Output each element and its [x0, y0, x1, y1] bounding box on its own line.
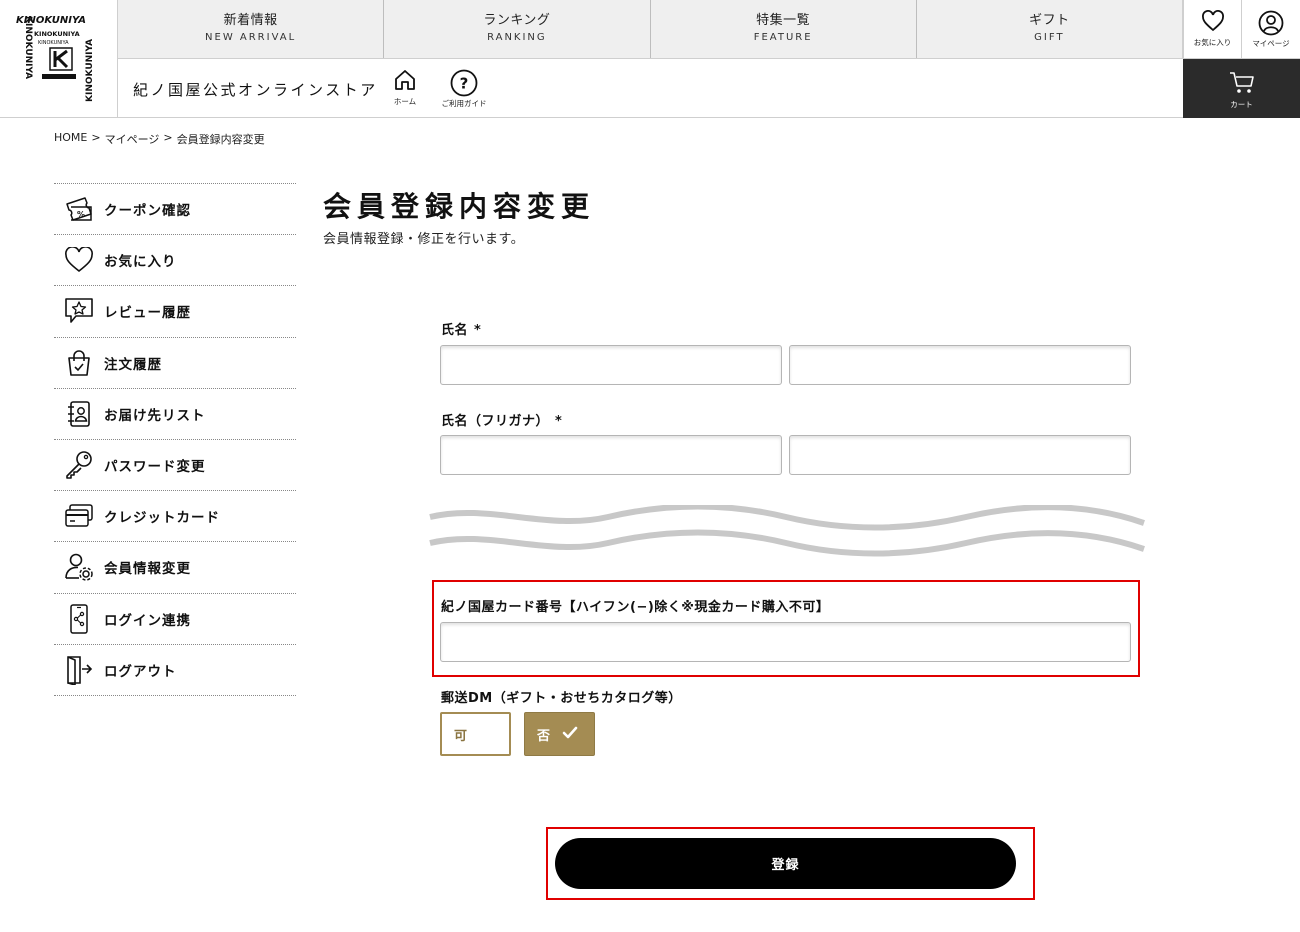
- coupon-icon: %: [54, 184, 104, 235]
- sidebar-item-label: パスワード変更: [104, 459, 206, 476]
- key-icon: [54, 440, 104, 491]
- register-submit-button[interactable]: 登録: [555, 838, 1016, 889]
- check-icon: [562, 726, 578, 743]
- sidebar-item-login-link[interactable]: ログイン連携: [54, 594, 296, 645]
- home-icon: [395, 70, 415, 90]
- card-number-label: 紀ノ国屋カード番号【ハイフン(−)除く※現金カード購入不可】: [441, 600, 830, 615]
- breadcrumb-current: 会員登録内容変更: [176, 133, 265, 146]
- svg-text:%: %: [77, 210, 85, 219]
- sidebar-item-addresses[interactable]: お届け先リスト: [54, 389, 296, 440]
- nav-label-jp: 特集一覧: [756, 13, 811, 28]
- sidebar-item-logout[interactable]: ログアウト: [54, 645, 296, 696]
- kana-label-text: 氏名（フリガナ）: [441, 414, 550, 429]
- nav-label-jp: ギフト: [1029, 13, 1070, 28]
- logo-mark-icon: KINOKUNIYA KINOKUNIYA KINOKUNIYA KINOKUN…: [14, 14, 104, 104]
- home-button[interactable]: ホーム: [388, 69, 422, 107]
- nav-label-jp: 新着情報: [223, 13, 278, 28]
- global-nav: 新着情報 NEW ARRIVAL ランキング RANKING 特集一覧 FEAT…: [118, 0, 1183, 59]
- first-name-kana-input[interactable]: [789, 435, 1131, 475]
- sidebar-item-member-info[interactable]: 会員情報変更: [54, 542, 296, 594]
- sidebar-item-label: ログイン連携: [104, 612, 191, 629]
- sub-header: 紀ノ国屋公式オンラインストア ホーム ? ご利用ガイド: [118, 59, 1183, 118]
- kinokuniya-logo[interactable]: KINOKUNIYA KINOKUNIYA KINOKUNIYA KINOKUN…: [0, 0, 118, 118]
- svg-text:KINOKUNIYA: KINOKUNIYA: [23, 16, 33, 79]
- store-name[interactable]: 紀ノ国屋公式オンラインストア: [133, 79, 378, 100]
- sidebar-item-favorites[interactable]: お気に入り: [54, 235, 296, 287]
- nav-label-en: GIFT: [1034, 32, 1065, 43]
- home-label: ホーム: [393, 97, 417, 106]
- dm-no-label: 否: [537, 728, 551, 744]
- sidebar-item-label: レビュー履歴: [104, 305, 191, 322]
- sidebar-item-reviews[interactable]: レビュー履歴: [54, 286, 296, 338]
- favorites-button[interactable]: お気に入り: [1183, 0, 1241, 59]
- mypage-label: マイページ: [1252, 39, 1290, 48]
- cart-label: カート: [1230, 100, 1253, 109]
- breadcrumb: HOME > マイページ > 会員登録内容変更: [54, 131, 265, 147]
- phone-share-icon: [54, 593, 104, 644]
- favorites-label: お気に入り: [1193, 38, 1232, 47]
- name-label-text: 氏名: [441, 323, 469, 338]
- guide-label: ご利用ガイド: [441, 99, 487, 108]
- cart-button[interactable]: カート: [1183, 59, 1300, 118]
- svg-text:KINOKUNIYA: KINOKUNIYA: [38, 40, 69, 46]
- page-description: 会員情報登録・修正を行います。: [323, 232, 525, 247]
- user-settings-icon: [54, 542, 104, 593]
- credit-card-icon: [54, 491, 104, 542]
- logout-icon: [54, 644, 104, 695]
- sidebar-item-label: 会員情報変更: [104, 561, 191, 578]
- nav-feature[interactable]: 特集一覧 FEATURE: [651, 0, 917, 58]
- first-name-input[interactable]: [789, 345, 1131, 385]
- nav-new-arrival[interactable]: 新着情報 NEW ARRIVAL: [118, 0, 385, 58]
- sidebar-item-label: クレジットカード: [104, 510, 220, 527]
- omission-wave-divider: [429, 505, 1145, 557]
- nav-label-en: NEW ARRIVAL: [205, 32, 297, 43]
- sidebar-item-password[interactable]: パスワード変更: [54, 440, 296, 492]
- dm-yes-label: 可: [454, 728, 468, 744]
- cart-icon: [1229, 72, 1254, 93]
- name-field-label: 氏名 *: [441, 319, 481, 338]
- last-name-kana-input[interactable]: [440, 435, 782, 475]
- svg-text:KINOKUNIYA: KINOKUNIYA: [34, 30, 80, 38]
- sidebar-item-label: 注文履歴: [104, 356, 162, 373]
- nav-label-en: RANKING: [487, 32, 547, 43]
- kana-field-label: 氏名（フリガナ） *: [441, 410, 562, 429]
- user-circle-icon: [1258, 10, 1284, 36]
- last-name-input[interactable]: [440, 345, 782, 385]
- svg-text:KINOKUNIYA: KINOKUNIYA: [85, 39, 95, 102]
- dm-label: 郵送DM（ギフト・おせちカタログ等）: [441, 691, 682, 706]
- breadcrumb-separator: >: [163, 131, 173, 144]
- breadcrumb-home[interactable]: HOME: [54, 131, 87, 147]
- nav-ranking[interactable]: ランキング RANKING: [384, 0, 651, 58]
- address-book-icon: [54, 388, 104, 439]
- breadcrumb-mypage[interactable]: マイページ: [105, 131, 160, 147]
- heart-icon: [54, 235, 104, 286]
- guide-button[interactable]: ? ご利用ガイド: [438, 69, 490, 109]
- nav-label-jp: ランキング: [483, 13, 551, 28]
- dm-no-option[interactable]: 否: [524, 712, 595, 756]
- sidebar-item-label: クーポン確認: [104, 203, 191, 220]
- review-icon: [54, 286, 104, 337]
- sidebar-item-label: ログアウト: [104, 663, 177, 680]
- page-title: 会員登録内容変更: [323, 190, 596, 223]
- sidebar-item-credit-card[interactable]: クレジットカード: [54, 491, 296, 543]
- required-mark: *: [555, 414, 563, 429]
- question-circle-icon: ?: [450, 69, 478, 97]
- shopping-bag-icon: [54, 337, 104, 388]
- svg-text:?: ?: [460, 75, 469, 93]
- mypage-sidebar: % クーポン確認 お気に入り レビュー履歴 注文履歴 お届け先リスト パスワード…: [54, 183, 296, 696]
- breadcrumb-separator: >: [91, 131, 101, 144]
- sidebar-item-coupon[interactable]: % クーポン確認: [54, 184, 296, 236]
- nav-label-en: FEATURE: [753, 32, 813, 43]
- required-mark: *: [474, 323, 482, 338]
- nav-gift[interactable]: ギフト GIFT: [917, 0, 1183, 58]
- sidebar-item-orders[interactable]: 注文履歴: [54, 338, 296, 389]
- mypage-button[interactable]: マイページ: [1241, 0, 1300, 59]
- sidebar-item-label: お届け先リスト: [104, 407, 206, 424]
- card-number-input[interactable]: [440, 622, 1131, 662]
- dm-yes-option[interactable]: 可: [440, 712, 511, 756]
- heart-icon: [1201, 10, 1224, 32]
- sidebar-item-label: お気に入り: [104, 254, 177, 271]
